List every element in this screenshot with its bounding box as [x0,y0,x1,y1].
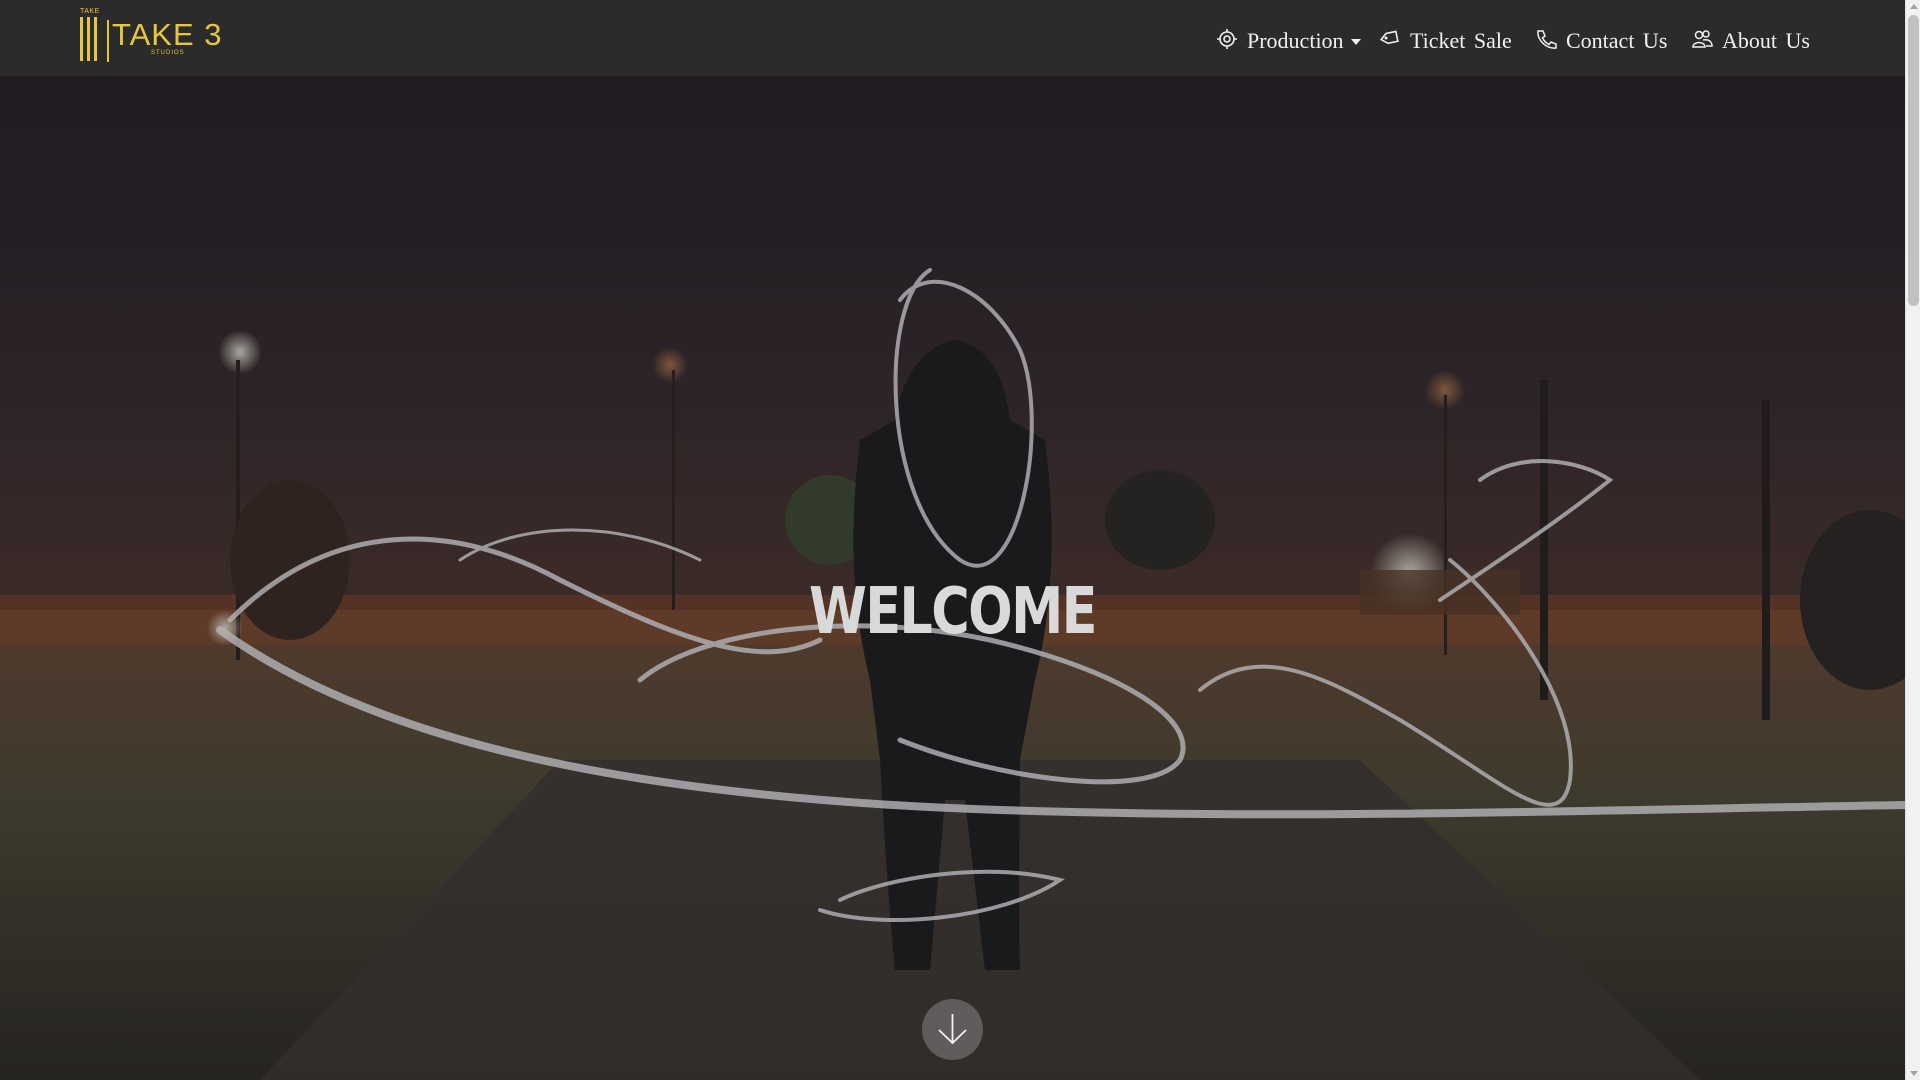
take3-logo[interactable]: TAKE TAKE 3 STUDIOS [78,8,234,70]
nav-about-us[interactable]: About Us [1691,24,1811,58]
nav-ticket-sale[interactable]: Ticket Sale [1378,24,1512,58]
nav-production-label: Production [1247,28,1344,53]
welcome-heading: WELCOME [808,575,1098,649]
nav-about-us-label: About Us [1722,28,1810,53]
hero-section: WELCOME [0,0,1905,1080]
hero-overlay [0,0,1905,1080]
navbar: TAKE TAKE 3 STUDIOS Production Ticket Sa… [0,0,1905,76]
scroll-up-arrow-icon[interactable] [1910,4,1918,9]
logo-wordmark: TAKE 3 [112,17,223,52]
logo-divider [107,20,109,62]
ticket-icon [1379,30,1399,45]
users-icon [1692,30,1713,48]
chevron-down-icon [1351,39,1361,45]
page-scrollbar[interactable] [1905,0,1920,1080]
scroll-down-arrow-icon[interactable] [1910,1071,1918,1076]
nav-contact-us-label: Contact Us [1566,28,1668,53]
arrow-down-icon [938,1014,967,1045]
logo-take-small-text: TAKE [80,8,100,15]
scroll-down-button[interactable] [922,999,983,1060]
phone-icon [1537,30,1557,49]
nav-contact-us[interactable]: Contact Us [1535,24,1668,58]
nav-production-dropdown[interactable]: Production [1216,24,1361,58]
target-icon [1217,29,1237,49]
nav-ticket-sale-label: Ticket Sale [1410,28,1512,53]
logo-bars-icon [80,17,102,69]
logo-studios-text: STUDIOS [151,50,185,56]
page: WELCOME TAKE TAKE 3 STUDIOS Production T… [0,0,1905,1080]
scrollbar-thumb[interactable] [1908,15,1919,306]
